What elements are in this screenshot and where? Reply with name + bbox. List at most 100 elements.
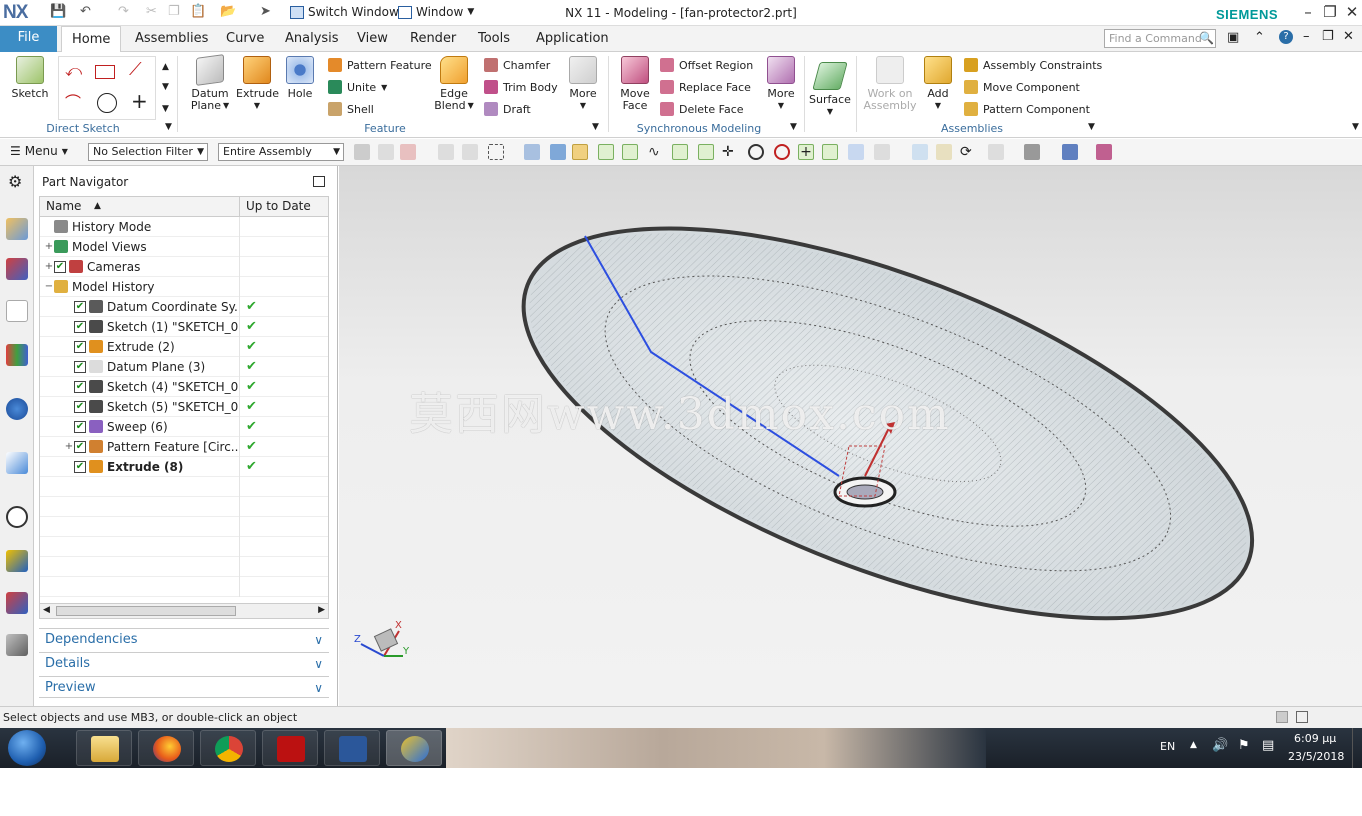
hole-button[interactable]: Hole [282,56,318,100]
taskbar-acrobat[interactable] [262,730,318,766]
doc-minimize-icon[interactable]: – [1303,29,1310,44]
horizontal-scrollbar[interactable]: ◀ ▶ [39,603,329,619]
assemblies-group-menu-icon[interactable]: ▼ [1088,122,1095,132]
tangent-snap-icon[interactable] [822,144,838,160]
tree-row[interactable]: ✔ Datum Coordinate Sy... ✔ [40,296,328,317]
undo-icon[interactable]: ↶ [80,4,91,19]
paste-icon[interactable]: 📋 [190,4,206,19]
fit-view-icon[interactable] [912,144,928,160]
menu-button[interactable]: ☰ Menu ▼ [10,144,68,158]
column-name-header[interactable]: Name ▲ [40,197,240,216]
sketch-button[interactable]: Sketch [8,56,52,100]
offset-region-button[interactable]: Offset Region [660,58,753,72]
process-studio-icon[interactable] [6,592,28,614]
tree-row[interactable]: − Model History [40,276,328,297]
minimize-icon[interactable]: – [1298,3,1318,21]
system-materials-icon[interactable] [6,550,28,572]
repeat-command-icon[interactable]: ➤ [260,4,271,19]
center-snap-icon[interactable] [748,144,764,160]
select-solid-icon[interactable] [550,144,566,160]
tree-row[interactable]: + Model Views [40,236,328,257]
orient-icon[interactable] [988,144,1004,160]
taskbar-nx[interactable] [386,730,442,766]
redo-icon[interactable]: ↷ [118,4,129,19]
roles-icon[interactable] [6,634,28,656]
add-component-button[interactable]: Add ▼ [920,56,956,112]
more-sync-button[interactable]: More ▼ [762,56,800,112]
screen-icon[interactable]: ▣ [1227,30,1239,45]
hub[interactable] [833,476,897,508]
more-feature-button[interactable]: More ▼ [564,56,602,112]
zoom-icon[interactable] [936,144,952,160]
status-icon[interactable] [1276,711,1288,723]
taskbar-word[interactable] [324,730,380,766]
render-style-icon[interactable] [1024,144,1040,160]
reuse-library-icon[interactable] [6,344,28,366]
view-snap-icon[interactable] [848,144,864,160]
cross-snap-icon[interactable]: + [798,144,814,160]
grid-icon[interactable] [874,144,890,160]
intersection-icon[interactable]: ✛ [722,144,738,160]
circle-icon[interactable] [97,93,117,113]
hd3d-tools-icon[interactable] [6,398,28,420]
delete-face-button[interactable]: Delete Face [660,102,744,116]
feature-group-menu-icon[interactable]: ▼ [592,122,599,132]
tree-row[interactable]: ✔ Extrude (8) ✔ [40,456,328,477]
start-button[interactable] [8,730,46,766]
select-body-icon[interactable] [378,144,394,160]
tab-view[interactable]: View [347,26,398,52]
gallery-down-icon[interactable]: ▼ [162,82,169,92]
curve-icon[interactable]: ∿ [648,144,664,160]
gallery-up-icon[interactable]: ▲ [162,62,169,72]
move-face-button[interactable]: Move Face [614,56,656,112]
line-snap-icon[interactable] [598,144,614,160]
tree-row[interactable]: ✔ Sweep (6) ✔ [40,416,328,437]
network-icon[interactable]: ▤ [1262,738,1274,753]
scroll-right-icon[interactable]: ▶ [318,605,325,615]
expand-toggle-icon[interactable]: + [44,241,54,252]
constraint-navigator-icon[interactable] [6,258,28,280]
trim-body-button[interactable]: Trim Body [484,80,558,94]
taskbar-explorer[interactable] [76,730,132,766]
visibility-checkbox[interactable]: ✔ [74,380,86,393]
visibility-checkbox[interactable]: ✔ [74,400,86,413]
selection-filter-select[interactable]: No Selection Filter ▼ [88,143,208,161]
show-hide-icon[interactable] [1096,144,1112,160]
direct-sketch-group-menu-icon[interactable]: ▼ [165,122,172,132]
tab-tools[interactable]: Tools [468,26,520,52]
taskbar-chrome[interactable] [200,730,256,766]
point-snap-icon[interactable] [572,144,588,160]
tab-assemblies[interactable]: Assemblies [125,26,218,52]
maximize-icon[interactable] [313,176,325,187]
visibility-checkbox[interactable]: ✔ [74,360,86,373]
snap-icon[interactable] [438,144,454,160]
collapse-ribbon-icon[interactable]: ⌃ [1254,30,1265,45]
surface-button[interactable]: Surface ▼ [808,62,852,118]
tree-row[interactable]: ✔ Sketch (5) "SKETCH_0... ✔ [40,396,328,417]
work-on-assembly-button[interactable]: Work on Assembly [862,56,918,112]
settings-icon[interactable]: ⚙ [8,172,22,191]
visibility-checkbox[interactable]: ✔ [74,320,86,333]
tree-row[interactable]: + ✔ Pattern Feature [Circ... ✔ [40,436,328,457]
assembly-constraints-button[interactable]: Assembly Constraints [964,58,1102,72]
window-menu[interactable]: Window ▼ [398,5,474,19]
ribbon-options-icon[interactable]: ▼ [1352,122,1359,132]
close-icon[interactable]: ✕ [1342,3,1362,21]
help-icon[interactable]: ? [1279,30,1293,44]
draft-button[interactable]: Draft [484,102,531,116]
tree-row[interactable]: + ✔ Cameras [40,256,328,277]
nx-logo[interactable]: NX [3,2,28,24]
edit-section-icon[interactable] [1062,144,1078,160]
edge-blend-button[interactable]: Edge Blend ▼ [432,56,476,112]
spline-snap-icon[interactable] [672,144,688,160]
expand-toggle-icon[interactable]: + [64,441,74,452]
snap-2-icon[interactable] [462,144,478,160]
dependencies-panel[interactable]: Dependencies ∨ [39,628,329,650]
tree-row[interactable]: ✔ Datum Plane (3) ✔ [40,356,328,377]
tree-row[interactable]: ✔ Sketch (4) "SKETCH_0... ✔ [40,376,328,397]
rectangle-select-icon[interactable] [488,144,504,160]
rectangle-icon[interactable] [95,65,115,79]
wave-snap-icon[interactable] [698,144,714,160]
graphics-window[interactable]: Z X Y 莫西网www.3dmox.com [339,166,1362,706]
volume-icon[interactable]: 🔊 [1212,738,1228,753]
